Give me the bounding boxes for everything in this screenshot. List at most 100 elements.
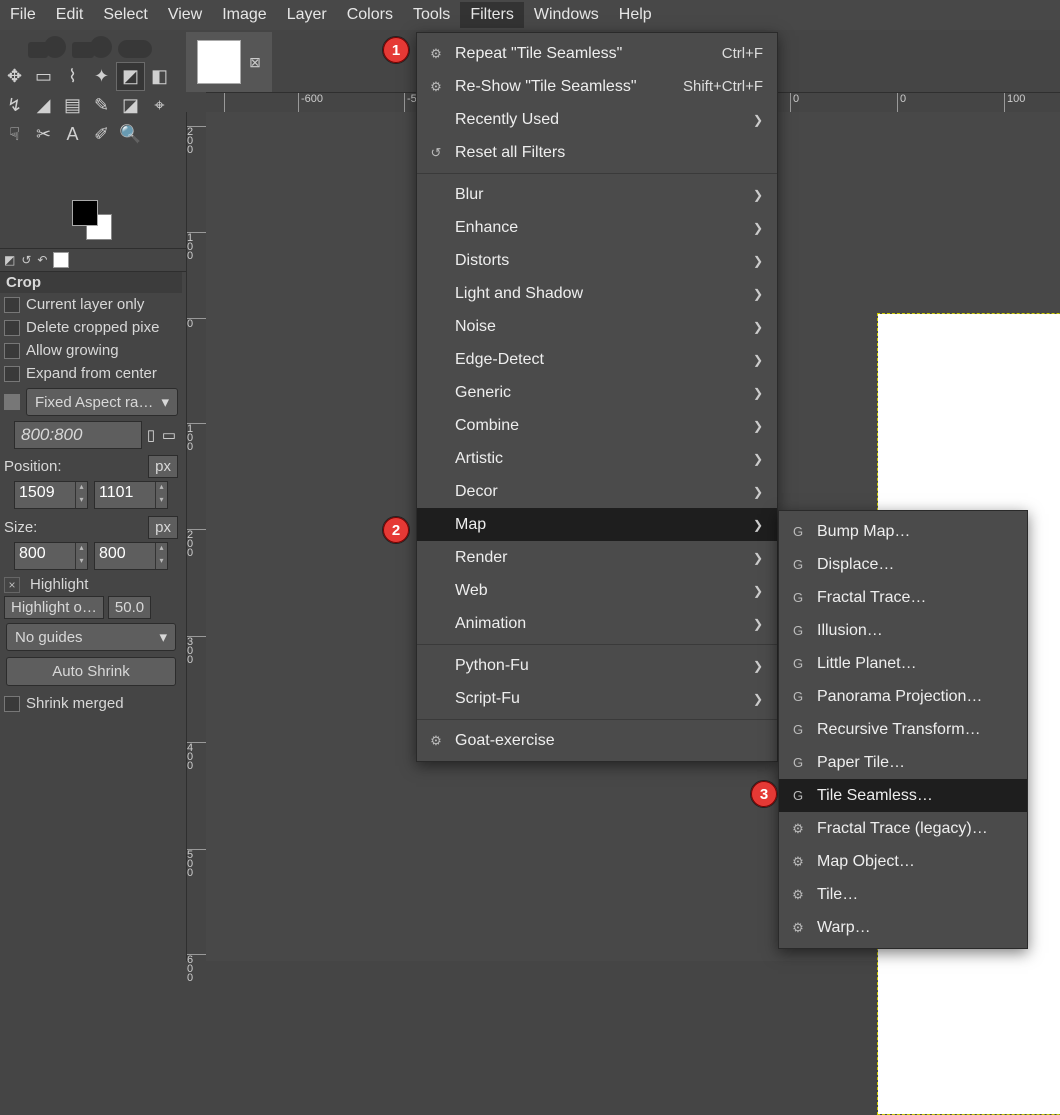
tool-options: Crop Current layer only Delete cropped p… [0,272,182,715]
tool-eraser[interactable]: ◪ [116,91,145,120]
highlight-expander-icon[interactable]: × [4,577,20,593]
menu-file[interactable]: File [0,2,46,28]
tool-color-picker[interactable]: ✐ [87,120,116,149]
tool-fuzzy-select[interactable]: ✦ [87,62,116,91]
menu-windows[interactable]: Windows [524,2,609,28]
filters-edge[interactable]: Edge-Detect❯ [417,343,777,376]
menu-layer[interactable]: Layer [277,2,337,28]
map-bump[interactable]: GBump Map… [779,515,1027,548]
map-displace[interactable]: GDisplace… [779,548,1027,581]
map-illusion[interactable]: GIllusion… [779,614,1027,647]
color-swatch[interactable] [68,200,118,240]
filters-pythonfu[interactable]: Python-Fu❯ [417,649,777,682]
menu-tools[interactable]: Tools [403,2,460,28]
filters-reset[interactable]: ↺Reset all Filters [417,136,777,169]
filters-distorts[interactable]: Distorts❯ [417,244,777,277]
filters-web[interactable]: Web❯ [417,574,777,607]
close-image-icon[interactable]: ⊠ [249,54,261,71]
orientation-portrait-icon[interactable]: ▯ [142,426,160,444]
tool-grid: ✥ ▭ ⌇ ✦ ◩ ◧ ↯ ◢ ▤ ✎ ◪ ⌖ ☟ ✂ A ✐ 🔍 [0,58,176,149]
gear-icon: ⚙ [427,46,445,62]
menu-edit[interactable]: Edit [46,2,94,28]
tool-move[interactable]: ✥ [0,62,29,91]
tool-bucket[interactable]: ◢ [29,91,58,120]
size-w-input[interactable]: 800▴▾ [14,542,88,570]
map-map-object[interactable]: ⚙Map Object… [779,845,1027,878]
menu-help[interactable]: Help [609,2,662,28]
opt-expand-from-center[interactable]: Expand from center [0,362,182,385]
menu-select[interactable]: Select [93,2,157,28]
filters-recent[interactable]: Recently Used❯ [417,103,777,136]
filters-decor[interactable]: Decor❯ [417,475,777,508]
filters-noise[interactable]: Noise❯ [417,310,777,343]
tool-text[interactable]: A [58,120,87,149]
tool-free-select[interactable]: ⌇ [58,62,87,91]
fixed-aspect-dropdown[interactable]: Fixed Aspect ra…▾ [26,388,178,416]
tab-device-icon[interactable]: ↺ [21,253,31,267]
size-label: Size: [4,519,37,536]
filters-map[interactable]: Map❯ [417,508,777,541]
filters-combine[interactable]: Combine❯ [417,409,777,442]
size-unit[interactable]: px [148,516,178,539]
vertical-ruler[interactable]: 2001000100200300400500600 [186,112,208,961]
filters-animation[interactable]: Animation❯ [417,607,777,640]
filters-generic[interactable]: Generic❯ [417,376,777,409]
filters-enhance[interactable]: Enhance❯ [417,211,777,244]
filters-light[interactable]: Light and Shadow❯ [417,277,777,310]
position-x-input[interactable]: 1509▴▾ [14,481,88,509]
menu-filters[interactable]: Filters [460,2,524,28]
map-recursive[interactable]: GRecursive Transform… [779,713,1027,746]
menu-image[interactable]: Image [212,2,276,28]
tool-smudge[interactable]: ☟ [0,120,29,149]
image-tab[interactable]: ⊠ [186,32,272,92]
guides-dropdown[interactable]: No guides▾ [6,623,176,651]
map-fractal-legacy[interactable]: ⚙Fractal Trace (legacy)… [779,812,1027,845]
opt-delete-cropped[interactable]: Delete cropped pixe [0,316,182,339]
filters-render[interactable]: Render❯ [417,541,777,574]
tool-warp[interactable]: ↯ [0,91,29,120]
map-fractal[interactable]: GFractal Trace… [779,581,1027,614]
tool-clone[interactable]: ⌖ [145,91,174,120]
filters-scriptfu[interactable]: Script-Fu❯ [417,682,777,715]
opt-current-layer-only[interactable]: Current layer only [0,293,182,316]
map-tile-seamless[interactable]: GTile Seamless… [779,779,1027,812]
menu-colors[interactable]: Colors [337,2,403,28]
position-y-input[interactable]: 1101▴▾ [94,481,168,509]
filters-menu: ⚙Repeat "Tile Seamless"Ctrl+F ⚙Re-Show "… [416,32,778,762]
tab-options-icon[interactable]: ◩ [4,253,15,267]
tool-crop[interactable]: ◩ [116,62,145,91]
tab-history-icon[interactable]: ↶ [37,253,47,267]
opt-allow-growing[interactable]: Allow growing [0,339,182,362]
filters-repeat[interactable]: ⚙Repeat "Tile Seamless"Ctrl+F [417,37,777,70]
highlight-opacity[interactable]: 50.0 [108,596,151,619]
map-paper-tile[interactable]: GPaper Tile… [779,746,1027,779]
opt-highlight[interactable]: ×Highlight [0,573,182,596]
map-tile[interactable]: ⚙Tile… [779,878,1027,911]
size-h-input[interactable]: 800▴▾ [94,542,168,570]
menu-view[interactable]: View [158,2,212,28]
position-unit[interactable]: px [148,455,178,478]
filters-artistic[interactable]: Artistic❯ [417,442,777,475]
map-panorama[interactable]: GPanorama Projection… [779,680,1027,713]
map-little-planet[interactable]: GLittle Planet… [779,647,1027,680]
opt-fixed-aspect[interactable]: Fixed Aspect ra…▾ [0,385,182,419]
filters-blur[interactable]: Blur❯ [417,178,777,211]
tool-transform[interactable]: ◧ [145,62,174,91]
tool-zoom[interactable]: 🔍 [116,120,145,149]
filters-goat[interactable]: ⚙Goat-exercise [417,724,777,757]
auto-shrink-button[interactable]: Auto Shrink [6,657,176,686]
tool-brush[interactable]: ✎ [87,91,116,120]
map-warp[interactable]: ⚙Warp… [779,911,1027,944]
tool-path[interactable]: ✂ [29,120,58,149]
opt-shrink-merged[interactable]: Shrink merged [0,692,182,715]
filters-reshow[interactable]: ⚙Re-Show "Tile Seamless"Shift+Ctrl+F [417,70,777,103]
tool-rect-select[interactable]: ▭ [29,62,58,91]
tab-image-icon[interactable] [53,252,69,268]
aspect-ratio-input[interactable]: 800:800 [14,421,142,449]
highlight-mode[interactable]: Highlight o… [4,596,104,619]
chevron-right-icon: ❯ [753,113,763,127]
orientation-landscape-icon[interactable]: ▭ [160,426,178,444]
fg-color[interactable] [72,200,98,226]
reset-icon: ↺ [427,145,445,161]
tool-gradient[interactable]: ▤ [58,91,87,120]
